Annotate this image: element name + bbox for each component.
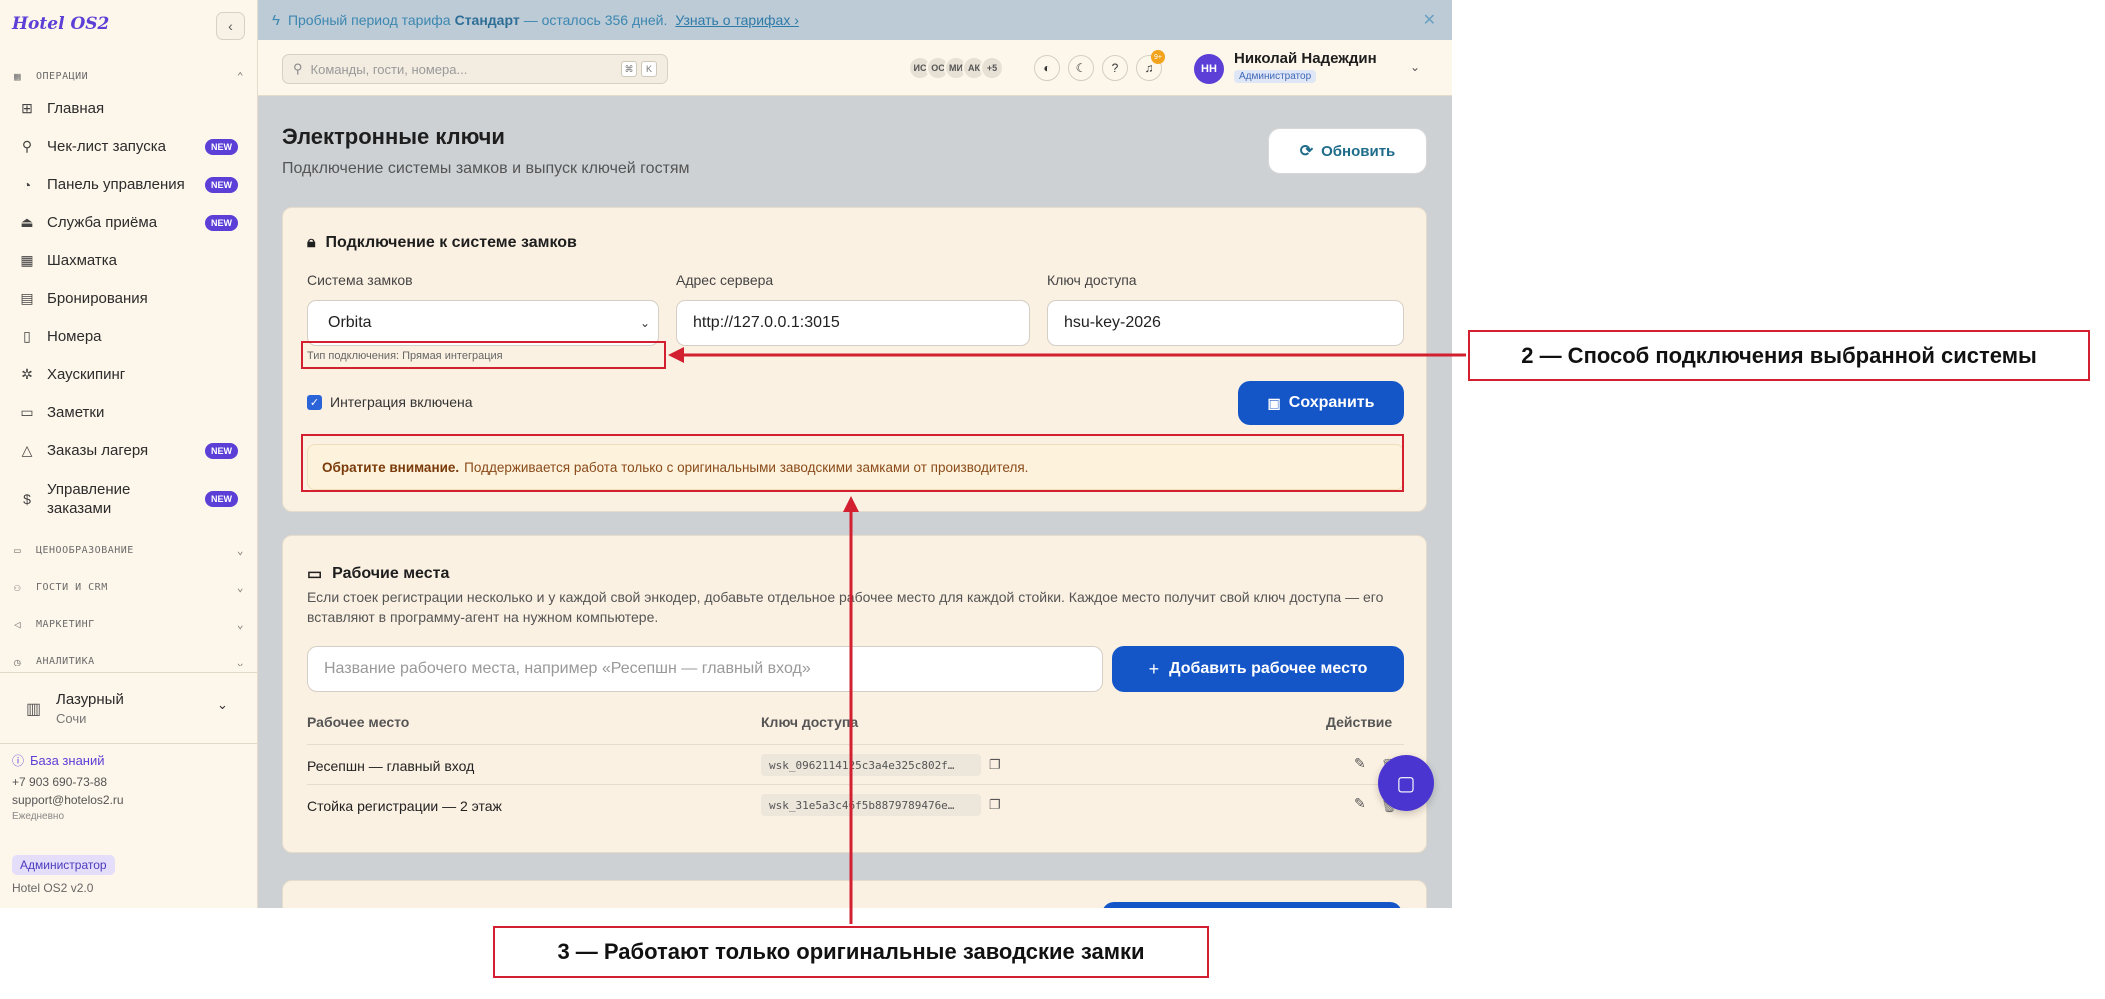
annotation-2: 2 — Способ подключения выбранной системы [1468, 330, 2090, 381]
arrow-2-head [668, 347, 684, 363]
annotation-arrows [668, 347, 1466, 924]
annotation-3: 3 — Работают только оригинальные заводск… [493, 926, 1209, 978]
arrow-3-head [843, 496, 859, 512]
annotation-3-text: 3 — Работают только оригинальные заводск… [557, 939, 1145, 964]
annotation-2-text: 2 — Способ подключения выбранной системы [1521, 342, 2037, 368]
